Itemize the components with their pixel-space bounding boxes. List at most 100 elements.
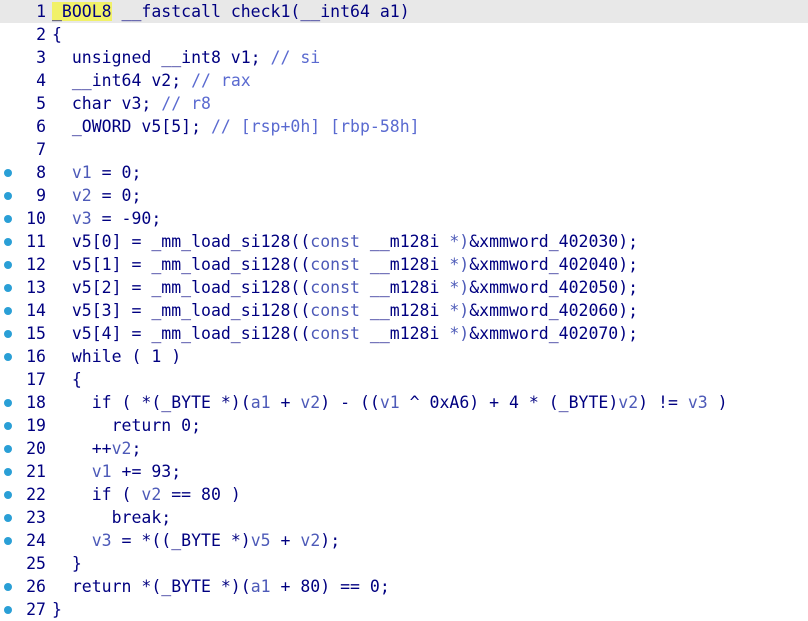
- breakpoint-dot-icon[interactable]: [4, 169, 12, 177]
- code-token: v3: [91, 531, 112, 550]
- code-line[interactable]: 5 char v3; // r8: [0, 92, 808, 115]
- code-text[interactable]: {: [52, 368, 82, 391]
- code-token: &xmmword_402060);: [469, 301, 639, 320]
- code-token: a1: [250, 577, 271, 596]
- code-text[interactable]: v3 = *((_BYTE *)v5 + v2);: [52, 529, 340, 552]
- code-token: __m128i: [359, 278, 450, 297]
- code-line[interactable]: 20 ++v2;: [0, 437, 808, 460]
- code-line[interactable]: 16 while ( 1 ): [0, 345, 808, 368]
- code-text[interactable]: char v3; // r8: [52, 92, 211, 115]
- breakpoint-dot-icon[interactable]: [4, 192, 12, 200]
- code-token: v5[0] = _mm_load_si128((: [52, 232, 311, 251]
- code-text[interactable]: v5[1] = _mm_load_si128((const __m128i *)…: [52, 253, 638, 276]
- line-number: 1: [36, 2, 46, 21]
- code-line[interactable]: 13 v5[2] = _mm_load_si128((const __m128i…: [0, 276, 808, 299]
- code-text[interactable]: v3 = -90;: [52, 207, 161, 230]
- code-line[interactable]: 24 v3 = *((_BYTE *)v5 + v2);: [0, 529, 808, 552]
- code-line[interactable]: 21 v1 += 93;: [0, 460, 808, 483]
- code-line[interactable]: 4 __int64 v2; // rax: [0, 69, 808, 92]
- breakpoint-dot-icon[interactable]: [4, 307, 12, 315]
- code-line[interactable]: 11 v5[0] = _mm_load_si128((const __m128i…: [0, 230, 808, 253]
- code-line[interactable]: 17 {: [0, 368, 808, 391]
- code-line[interactable]: 23 break;: [0, 506, 808, 529]
- code-text[interactable]: unsigned __int8 v1; // si: [52, 46, 320, 69]
- breakpoint-dot-icon[interactable]: [4, 261, 12, 269]
- code-text[interactable]: if ( v2 == 80 ): [52, 483, 241, 506]
- code-line[interactable]: 1 _BOOL8 __fastcall check1(__int64 a1): [0, 0, 808, 23]
- code-line[interactable]: 19 return 0;: [0, 414, 808, 437]
- breakpoint-dot-icon[interactable]: [4, 215, 12, 223]
- code-line[interactable]: 3 unsigned __int8 v1; // si: [0, 46, 808, 69]
- code-text[interactable]: return 0;: [52, 414, 201, 437]
- code-token: *): [449, 324, 470, 343]
- code-text[interactable]: __int64 v2; // rax: [52, 69, 251, 92]
- code-text[interactable]: v5[2] = _mm_load_si128((const __m128i *)…: [52, 276, 638, 299]
- breakpoint-dot-icon[interactable]: [4, 353, 12, 361]
- code-token: ^ 0xA6) + 4 * (_BYTE): [399, 393, 619, 412]
- code-line[interactable]: 14 v5[3] = _mm_load_si128((const __m128i…: [0, 299, 808, 322]
- breakpoint-dot-icon[interactable]: [4, 606, 12, 614]
- code-token: v3: [687, 393, 708, 412]
- line-number: 5: [36, 94, 46, 113]
- code-text[interactable]: v1 += 93;: [52, 460, 181, 483]
- code-token: +: [270, 531, 301, 550]
- breakpoint-dot-icon[interactable]: [4, 422, 12, 430]
- code-line[interactable]: 8 v1 = 0;: [0, 161, 808, 184]
- code-text[interactable]: break;: [52, 506, 172, 529]
- pseudocode-view[interactable]: 1 _BOOL8 __fastcall check1(__int64 a1) 2{3…: [0, 0, 808, 621]
- code-token: ++: [52, 439, 112, 458]
- code-token: = 0;: [91, 186, 142, 205]
- code-line[interactable]: 27}: [0, 598, 808, 621]
- code-token: v1: [379, 393, 400, 412]
- breakpoint-dot-icon[interactable]: [4, 445, 12, 453]
- code-line[interactable]: 6 _OWORD v5[5]; // [rsp+0h] [rbp-58h]: [0, 115, 808, 138]
- breakpoint-dot-icon[interactable]: [4, 583, 12, 591]
- code-token: unsigned __int8 v1;: [52, 48, 271, 67]
- breakpoint-dot-icon[interactable]: [4, 284, 12, 292]
- breakpoint-dot-icon[interactable]: [4, 514, 12, 522]
- code-token: ;: [131, 439, 142, 458]
- breakpoint-dot-icon[interactable]: [4, 468, 12, 476]
- code-token: v5: [250, 531, 271, 550]
- code-text[interactable]: v2 = 0;: [52, 184, 142, 207]
- code-text[interactable]: v1 = 0;: [52, 161, 142, 184]
- code-token: +: [270, 393, 301, 412]
- code-text[interactable]: }: [52, 598, 62, 621]
- breakpoint-dot-icon[interactable]: [4, 537, 12, 545]
- breakpoint-dot-icon[interactable]: [4, 399, 12, 407]
- code-text[interactable]: v5[4] = _mm_load_si128((const __m128i *)…: [52, 322, 638, 345]
- code-line[interactable]: 22 if ( v2 == 80 ): [0, 483, 808, 506]
- code-token: }: [52, 554, 82, 573]
- code-token: &xmmword_402040);: [469, 255, 639, 274]
- code-text[interactable]: v5[3] = _mm_load_si128((const __m128i *)…: [52, 299, 638, 322]
- code-line[interactable]: 7: [0, 138, 808, 161]
- code-line[interactable]: 18 if ( *(_BYTE *)(a1 + v2) - ((v1 ^ 0xA…: [0, 391, 808, 414]
- code-text[interactable]: {: [52, 23, 62, 46]
- breakpoint-dot-icon[interactable]: [4, 330, 12, 338]
- breakpoint-dot-icon[interactable]: [4, 491, 12, 499]
- code-text[interactable]: ++v2;: [52, 437, 142, 460]
- code-text[interactable]: _BOOL8 __fastcall check1(__int64 a1): [52, 0, 410, 23]
- code-text[interactable]: if ( *(_BYTE *)(a1 + v2) - ((v1 ^ 0xA6) …: [52, 391, 728, 414]
- code-token: v2: [618, 393, 639, 412]
- code-text[interactable]: }: [52, 552, 82, 575]
- line-number: 19: [26, 416, 46, 435]
- code-text[interactable]: _OWORD v5[5]; // [rsp+0h] [rbp-58h]: [52, 115, 420, 138]
- code-text[interactable]: v5[0] = _mm_load_si128((const __m128i *)…: [52, 230, 638, 253]
- highlighted-token: _BOOL8: [52, 2, 112, 21]
- code-line[interactable]: 10 v3 = -90;: [0, 207, 808, 230]
- code-line[interactable]: 12 v5[1] = _mm_load_si128((const __m128i…: [0, 253, 808, 276]
- code-token: _OWORD v5[5];: [52, 117, 211, 136]
- code-token: + 80) == 0;: [270, 577, 390, 596]
- code-line[interactable]: 15 v5[4] = _mm_load_si128((const __m128i…: [0, 322, 808, 345]
- code-line[interactable]: 25 }: [0, 552, 808, 575]
- code-text[interactable]: return *(_BYTE *)(a1 + 80) == 0;: [52, 575, 390, 598]
- code-line[interactable]: 9 v2 = 0;: [0, 184, 808, 207]
- code-line[interactable]: 26 return *(_BYTE *)(a1 + 80) == 0;: [0, 575, 808, 598]
- line-number: 20: [26, 439, 46, 458]
- breakpoint-dot-icon[interactable]: [4, 238, 12, 246]
- code-line[interactable]: 2{: [0, 23, 808, 46]
- code-text[interactable]: while ( 1 ): [52, 345, 181, 368]
- line-number: 17: [26, 370, 46, 389]
